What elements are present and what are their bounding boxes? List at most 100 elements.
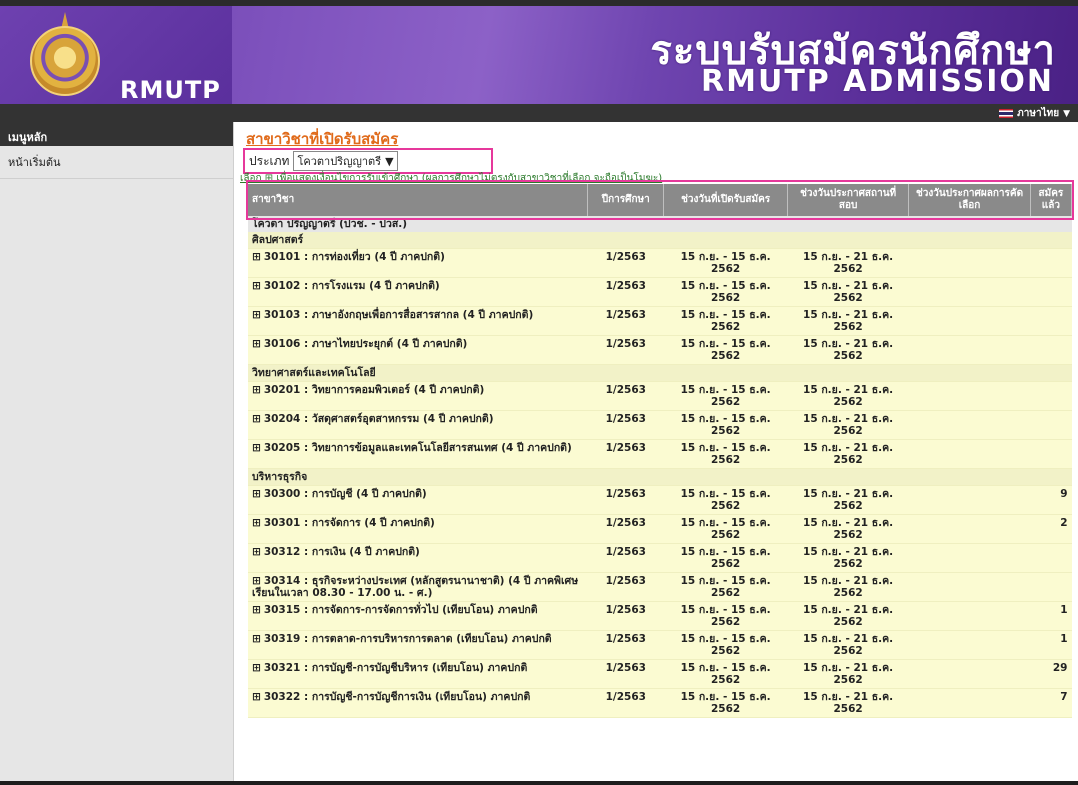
- exam-dates-cell: 15 ก.ย. - 21 ธ.ค. 2562: [787, 277, 909, 307]
- category-row: บริหารธุรกิจ: [248, 468, 1072, 486]
- year-cell: 1/2563: [587, 543, 664, 573]
- table-row: ⊞ 30321 : การบัญชี-การบัญชีบริหาร (เทียบโ…: [248, 659, 1072, 689]
- open-dates-cell: 15 ก.ย. - 15 ธ.ค. 2562: [663, 601, 788, 631]
- applied-count-cell: 29: [1030, 659, 1072, 689]
- program-cell[interactable]: ⊞ 30103 : ภาษาอังกฤษเพื่อการสื่อสารสากล (…: [248, 306, 588, 336]
- col-exam-location-dates: ช่วงวันประกาศสถานที่สอบ: [787, 184, 910, 216]
- category-row: วิทยาศาสตร์และเทคโนโลยี: [248, 364, 1072, 382]
- applied-count-cell: [1030, 572, 1072, 602]
- exam-dates-cell: 15 ก.ย. - 21 ธ.ค. 2562: [787, 335, 909, 365]
- result-dates-cell: [908, 381, 1031, 411]
- exam-dates-cell: 15 ก.ย. - 21 ธ.ค. 2562: [787, 514, 909, 544]
- expand-plus-icon[interactable]: ⊞: [252, 488, 261, 500]
- program-cell[interactable]: ⊞ 30322 : การบัญชี-การบัญชีการเงิน (เทียบ…: [248, 688, 588, 718]
- top-bar: ภาษาไทย ▼: [0, 104, 1078, 122]
- table-row: ⊞ 30319 : การตลาด-การบริหารการตลาด (เทียบ…: [248, 630, 1072, 660]
- program-cell[interactable]: ⊞ 30205 : วิทยาการข้อมูลและเทคโนโลยีสารสน…: [248, 439, 588, 469]
- applied-count-cell: 1: [1030, 601, 1072, 631]
- table-row: ⊞ 30204 : วัสดุศาสตร์อุตสาหกรรม (4 ปี ภาค…: [248, 410, 1072, 440]
- category-label: บริหารธุรกิจ: [248, 468, 1072, 486]
- year-cell: 1/2563: [587, 688, 664, 718]
- program-cell[interactable]: ⊞ 30315 : การจัดการ-การจัดการทั่วไป (เทีย…: [248, 601, 588, 631]
- open-dates-cell: 15 ก.ย. - 15 ธ.ค. 2562: [663, 335, 788, 365]
- program-name: 30201 : วิทยาการคอมพิวเตอร์ (4 ปี ภาคปกต…: [263, 384, 485, 396]
- program-cell[interactable]: ⊞ 30204 : วัสดุศาสตร์อุตสาหกรรม (4 ปี ภาค…: [248, 410, 588, 440]
- applied-count-cell: 7: [1030, 688, 1072, 718]
- applied-count-cell: [1030, 306, 1072, 336]
- type-select[interactable]: โควตาปริญญาตรี ▼: [293, 151, 398, 171]
- main-content: สาขาวิชาที่เปิดรับสมัคร ประเภท โควตาปริญ…: [240, 122, 1074, 785]
- applied-count-cell: [1030, 410, 1072, 440]
- exam-dates-cell: 15 ก.ย. - 21 ธ.ค. 2562: [787, 659, 909, 689]
- expand-plus-icon[interactable]: ⊞: [252, 413, 261, 425]
- exam-dates-cell: 15 ก.ย. - 21 ธ.ค. 2562: [787, 630, 909, 660]
- category-label: วิทยาศาสตร์และเทคโนโลยี: [248, 364, 1072, 382]
- expand-plus-icon[interactable]: ⊞: [252, 633, 261, 645]
- open-dates-cell: 15 ก.ย. - 15 ธ.ค. 2562: [663, 543, 788, 573]
- expand-plus-icon[interactable]: ⊞: [252, 691, 261, 703]
- col-year: ปีการศึกษา: [587, 184, 665, 216]
- open-dates-cell: 15 ก.ย. - 15 ธ.ค. 2562: [663, 485, 788, 515]
- logo-area[interactable]: RMUTP: [0, 6, 232, 104]
- program-cell[interactable]: ⊞ 30312 : การเงิน (4 ปี ภาคปกติ): [248, 543, 588, 573]
- expand-plus-icon[interactable]: ⊞: [252, 442, 261, 454]
- program-cell[interactable]: ⊞ 30102 : การโรงแรม (4 ปี ภาคปกติ): [248, 277, 588, 307]
- table-row: ⊞ 30301 : การจัดการ (4 ปี ภาคปกติ) 1/2563 1…: [248, 514, 1072, 544]
- year-cell: 1/2563: [587, 306, 664, 336]
- open-dates-cell: 15 ก.ย. - 15 ธ.ค. 2562: [663, 277, 788, 307]
- year-cell: 1/2563: [587, 410, 664, 440]
- applied-count-cell: [1030, 381, 1072, 411]
- year-cell: 1/2563: [587, 572, 664, 602]
- open-dates-cell: 15 ก.ย. - 15 ธ.ค. 2562: [663, 439, 788, 469]
- applied-count-cell: [1030, 248, 1072, 278]
- exam-dates-cell: 15 ก.ย. - 21 ธ.ค. 2562: [787, 439, 909, 469]
- group-row: โควตา ปริญญาตรี (ปวช. - ปวส.): [248, 216, 1072, 232]
- program-name: 30204 : วัสดุศาสตร์อุตสาหกรรม (4 ปี ภาคป…: [263, 413, 494, 425]
- year-cell: 1/2563: [587, 514, 664, 544]
- program-cell[interactable]: ⊞ 30319 : การตลาด-การบริหารการตลาด (เทียบ…: [248, 630, 588, 660]
- result-dates-cell: [908, 410, 1031, 440]
- open-dates-cell: 15 ก.ย. - 15 ธ.ค. 2562: [663, 306, 788, 336]
- expand-plus-icon[interactable]: ⊞: [252, 546, 261, 558]
- expand-plus-icon[interactable]: ⊞: [252, 280, 261, 292]
- expand-plus-icon[interactable]: ⊞: [252, 662, 261, 674]
- open-dates-cell: 15 ก.ย. - 15 ธ.ค. 2562: [663, 688, 788, 718]
- program-name: 30319 : การตลาด-การบริหารการตลาด (เทียบโ…: [263, 633, 552, 645]
- result-dates-cell: [908, 248, 1031, 278]
- expand-plus-icon[interactable]: ⊞: [252, 384, 261, 396]
- program-cell[interactable]: ⊞ 30321 : การบัญชี-การบัญชีบริหาร (เทียบโ…: [248, 659, 588, 689]
- open-dates-cell: 15 ก.ย. - 15 ธ.ค. 2562: [663, 381, 788, 411]
- program-cell[interactable]: ⊞ 30101 : การท่องเที่ยว (4 ปี ภาคปกติ): [248, 248, 588, 278]
- expand-plus-icon[interactable]: ⊞: [252, 251, 261, 263]
- sidebar-item-home[interactable]: หน้าเริ่มต้น: [0, 146, 233, 179]
- program-cell[interactable]: ⊞ 30301 : การจัดการ (4 ปี ภาคปกติ): [248, 514, 588, 544]
- program-name: 30314 : ธุรกิจระหว่างประเทศ (หลักสูตรนาน…: [252, 575, 579, 599]
- table-row: ⊞ 30101 : การท่องเที่ยว (4 ปี ภาคปกติ) 1/2…: [248, 248, 1072, 278]
- program-cell[interactable]: ⊞ 30300 : การบัญชี (4 ปี ภาคปกติ): [248, 485, 588, 515]
- open-dates-cell: 15 ก.ย. - 15 ธ.ค. 2562: [663, 572, 788, 602]
- type-select-value: โควตาปริญญาตรี: [297, 155, 382, 168]
- expand-plus-icon[interactable]: ⊞: [252, 309, 261, 321]
- table-row: ⊞ 30300 : การบัญชี (4 ปี ภาคปกติ) 1/2563 15…: [248, 485, 1072, 515]
- program-name: 30106 : ภาษาไทยประยุกต์ (4 ปี ภาคปกติ): [263, 338, 468, 350]
- year-cell: 1/2563: [587, 248, 664, 278]
- table-row: ⊞ 30106 : ภาษาไทยประยุกต์ (4 ปี ภาคปกติ) 1…: [248, 335, 1072, 365]
- program-cell[interactable]: ⊞ 30106 : ภาษาไทยประยุกต์ (4 ปี ภาคปกติ): [248, 335, 588, 365]
- col-open-dates: ช่วงวันที่เปิดรับสมัคร: [663, 184, 788, 216]
- table-row: ⊞ 30102 : การโรงแรม (4 ปี ภาคปกติ) 1/2563 1…: [248, 277, 1072, 307]
- applied-count-cell: 9: [1030, 485, 1072, 515]
- expand-plus-icon[interactable]: ⊞: [252, 575, 261, 587]
- result-dates-cell: [908, 485, 1031, 515]
- program-name: 30312 : การเงิน (4 ปี ภาคปกติ): [263, 546, 420, 558]
- program-cell[interactable]: ⊞ 30201 : วิทยาการคอมพิวเตอร์ (4 ปี ภาคปก…: [248, 381, 588, 411]
- university-seal-icon: [30, 26, 100, 96]
- expand-plus-icon[interactable]: ⊞: [252, 517, 261, 529]
- result-dates-cell: [908, 277, 1031, 307]
- applied-count-cell: [1030, 543, 1072, 573]
- language-selector[interactable]: ภาษาไทย ▼: [999, 106, 1070, 121]
- expand-plus-icon[interactable]: ⊞: [252, 338, 261, 350]
- site-title-english: RMUTP ADMISSION: [701, 64, 1054, 99]
- year-cell: 1/2563: [587, 335, 664, 365]
- program-cell[interactable]: ⊞ 30314 : ธุรกิจระหว่างประเทศ (หลักสูตรนา…: [248, 572, 588, 602]
- expand-plus-icon[interactable]: ⊞: [252, 604, 261, 616]
